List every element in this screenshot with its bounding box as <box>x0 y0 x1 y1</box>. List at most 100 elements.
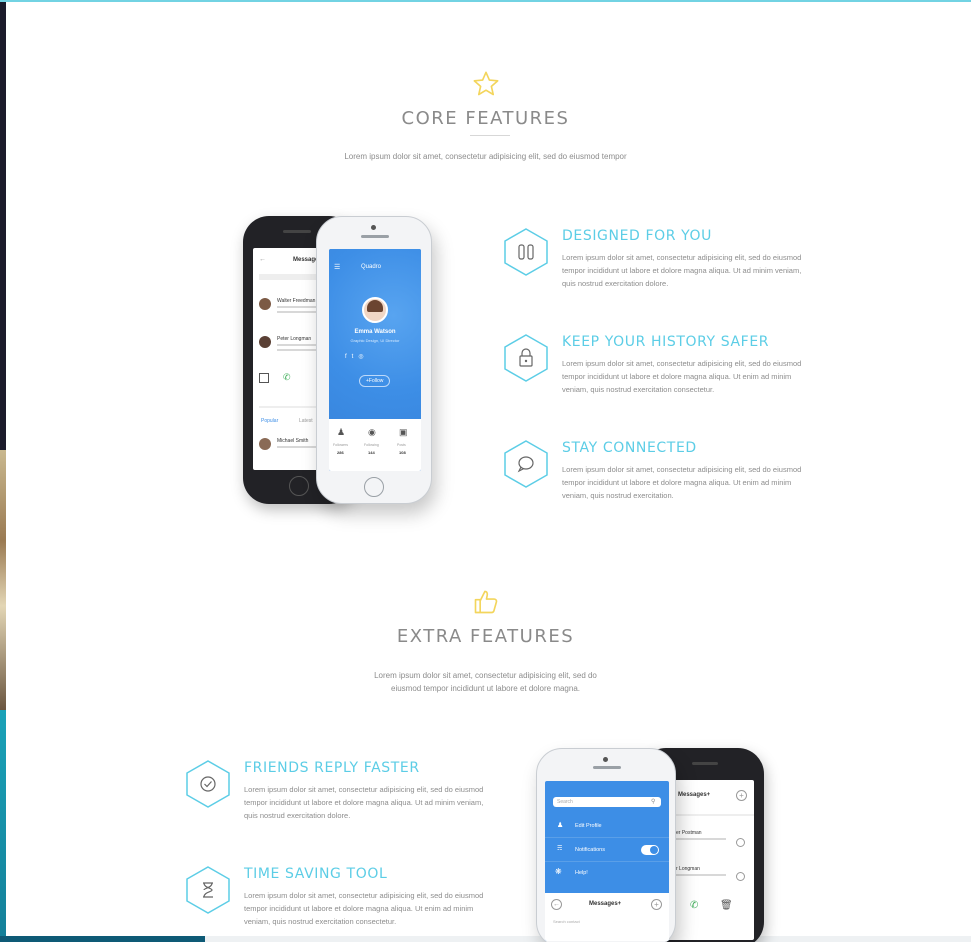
notifications-toggle[interactable] <box>641 845 659 855</box>
phone-call-icon: ✆ <box>283 372 291 382</box>
avatar <box>259 438 271 450</box>
feature-title: TIME SAVING TOOL <box>244 866 388 882</box>
stat-label: Following <box>364 443 379 447</box>
trash-icon: 🗑 <box>720 900 733 911</box>
speaker <box>692 762 718 765</box>
profile-name: Emma Watson <box>354 329 396 335</box>
search-icon: ⚲ <box>651 799 656 805</box>
menu-help[interactable]: Help! <box>575 870 588 876</box>
feature-description: Lorem ipsum dolor sit amet, consectetur … <box>244 785 484 820</box>
contact-name: er Postman <box>676 830 702 836</box>
feature-title: DESIGNED FOR YOU <box>562 228 712 244</box>
contact-name: r Longman <box>676 866 700 872</box>
contact-name: Peter Longman <box>277 336 312 342</box>
contact-name: Walter Freedman <box>277 298 316 304</box>
message-preview <box>676 838 726 840</box>
app-name: Quadro <box>361 264 382 270</box>
profile-avatar <box>362 297 388 323</box>
home-button <box>289 476 309 496</box>
back-icon[interactable]: ← <box>551 899 562 910</box>
feature-title: FRIENDS REPLY FASTER <box>244 760 420 776</box>
home-button <box>364 477 384 497</box>
feature-designed-for-you: DESIGNED FOR YOU Lorem ipsum dolor sit a… <box>504 228 804 308</box>
divider <box>545 861 669 862</box>
front-phone: Search ⚲ ♟ Edit Profile ☴ Notifications … <box>536 748 676 942</box>
thumbs-up-icon <box>0 588 971 616</box>
search-input[interactable]: Search ⚲ <box>553 797 661 807</box>
speaker <box>593 766 621 769</box>
feature-description: Lorem ipsum dolor sit amet, consectetur … <box>562 359 802 394</box>
core-features-subtitle: Lorem ipsum dolor sit amet, consectetur … <box>344 152 627 161</box>
feature-title: KEEP YOUR HISTORY SAFER <box>562 334 770 350</box>
follow-button[interactable]: +Follow <box>359 375 391 387</box>
messages-panel: ← Messages+ + Search contact <box>545 893 669 941</box>
front-phone: ☰ Quadro Emma Watson Graphic Design, UI … <box>316 216 432 504</box>
action-icon <box>736 838 745 847</box>
front-phone-screen: Search ⚲ ♟ Edit Profile ☴ Notifications … <box>545 781 669 941</box>
feature-description: Lorem ipsum dolor sit amet, consectetur … <box>562 465 802 500</box>
divider <box>545 837 669 838</box>
feature-stay-connected: STAY CONNECTED Lorem ipsum dolor sit ame… <box>504 440 804 520</box>
chat-bubble-icon <box>504 440 548 488</box>
phone-call-icon: ✆ <box>690 900 699 911</box>
profile-role: Graphic Design, UI Director <box>350 338 400 343</box>
stat-value: 144 <box>368 450 375 455</box>
feature-title: STAY CONNECTED <box>562 440 697 456</box>
hourglass-icon <box>186 866 230 914</box>
add-icon[interactable]: + <box>651 899 662 910</box>
phone-chip-icon <box>504 228 548 276</box>
notifications-icon: ☴ <box>557 846 563 852</box>
stat-label: Posts <box>397 443 406 447</box>
panel-title: Messages+ <box>589 901 622 907</box>
followers-icon: ♟ <box>337 427 346 437</box>
help-icon: ❋ <box>555 867 562 876</box>
add-icon: + <box>736 790 747 801</box>
check-circle-icon <box>186 760 230 808</box>
speaker <box>361 235 389 238</box>
tab-popular: Popular <box>261 418 279 424</box>
speaker <box>283 230 311 233</box>
title-divider <box>470 135 510 136</box>
eye-icon: ◉ <box>368 427 376 437</box>
profile-icon: ♟ <box>557 822 564 829</box>
top-accent-line <box>0 0 971 2</box>
posts-icon: ▣ <box>399 427 408 437</box>
message-preview <box>676 874 726 876</box>
avatar <box>259 298 271 310</box>
stat-label: Followers <box>333 443 348 447</box>
search-placeholder: Search <box>557 799 573 805</box>
feature-friends-reply-faster: FRIENDS REPLY FASTER Lorem ipsum dolor s… <box>186 760 486 840</box>
camera <box>603 757 608 762</box>
star-icon <box>0 70 971 98</box>
back-arrow-icon: ← <box>259 256 266 263</box>
extra-features-subtitle-line2: eiusmod tempor incididunt ut labore et d… <box>391 684 580 693</box>
background-dark-panel <box>0 0 6 450</box>
menu-icon: ☰ <box>334 264 341 271</box>
menu-notifications[interactable]: Notifications <box>575 847 605 853</box>
messages-title: Messages+ <box>678 792 711 798</box>
stat-value: 286 <box>337 450 344 455</box>
panel-search[interactable]: Search contact <box>553 919 580 924</box>
feature-description: Lorem ipsum dolor sit amet, consectetur … <box>562 253 802 288</box>
camera <box>371 225 376 230</box>
tab-latest: Latest <box>299 418 313 424</box>
social-icons: f t ◎ <box>345 354 364 360</box>
action-icon <box>736 872 745 881</box>
profile-stats: ♟ ◉ ▣ Followers Following Posts 286 144 … <box>329 419 421 471</box>
feature-time-saving-tool: TIME SAVING TOOL Lorem ipsum dolor sit a… <box>186 866 486 942</box>
extra-features-subtitle-line1: Lorem ipsum dolor sit amet, consectetur … <box>374 671 597 680</box>
stat-value: 108 <box>399 450 406 455</box>
core-features-title: CORE FEATURES <box>401 108 570 129</box>
avatar <box>259 336 271 348</box>
menu-edit-profile[interactable]: Edit Profile <box>575 823 602 829</box>
bottom-blue-bar <box>0 936 205 942</box>
background-blue-panel <box>0 710 6 942</box>
feature-description: Lorem ipsum dolor sit amet, consectetur … <box>244 891 484 926</box>
front-phone-screen: ☰ Quadro Emma Watson Graphic Design, UI … <box>329 249 421 471</box>
feature-keep-history-safer: KEEP YOUR HISTORY SAFER Lorem ipsum dolo… <box>504 334 804 414</box>
lock-icon <box>504 334 548 382</box>
contact-name: Michael Smith <box>277 438 309 444</box>
background-page-edge <box>0 0 6 942</box>
extra-features-title: EXTRA FEATURES <box>396 626 575 647</box>
compose-icon <box>259 373 269 383</box>
